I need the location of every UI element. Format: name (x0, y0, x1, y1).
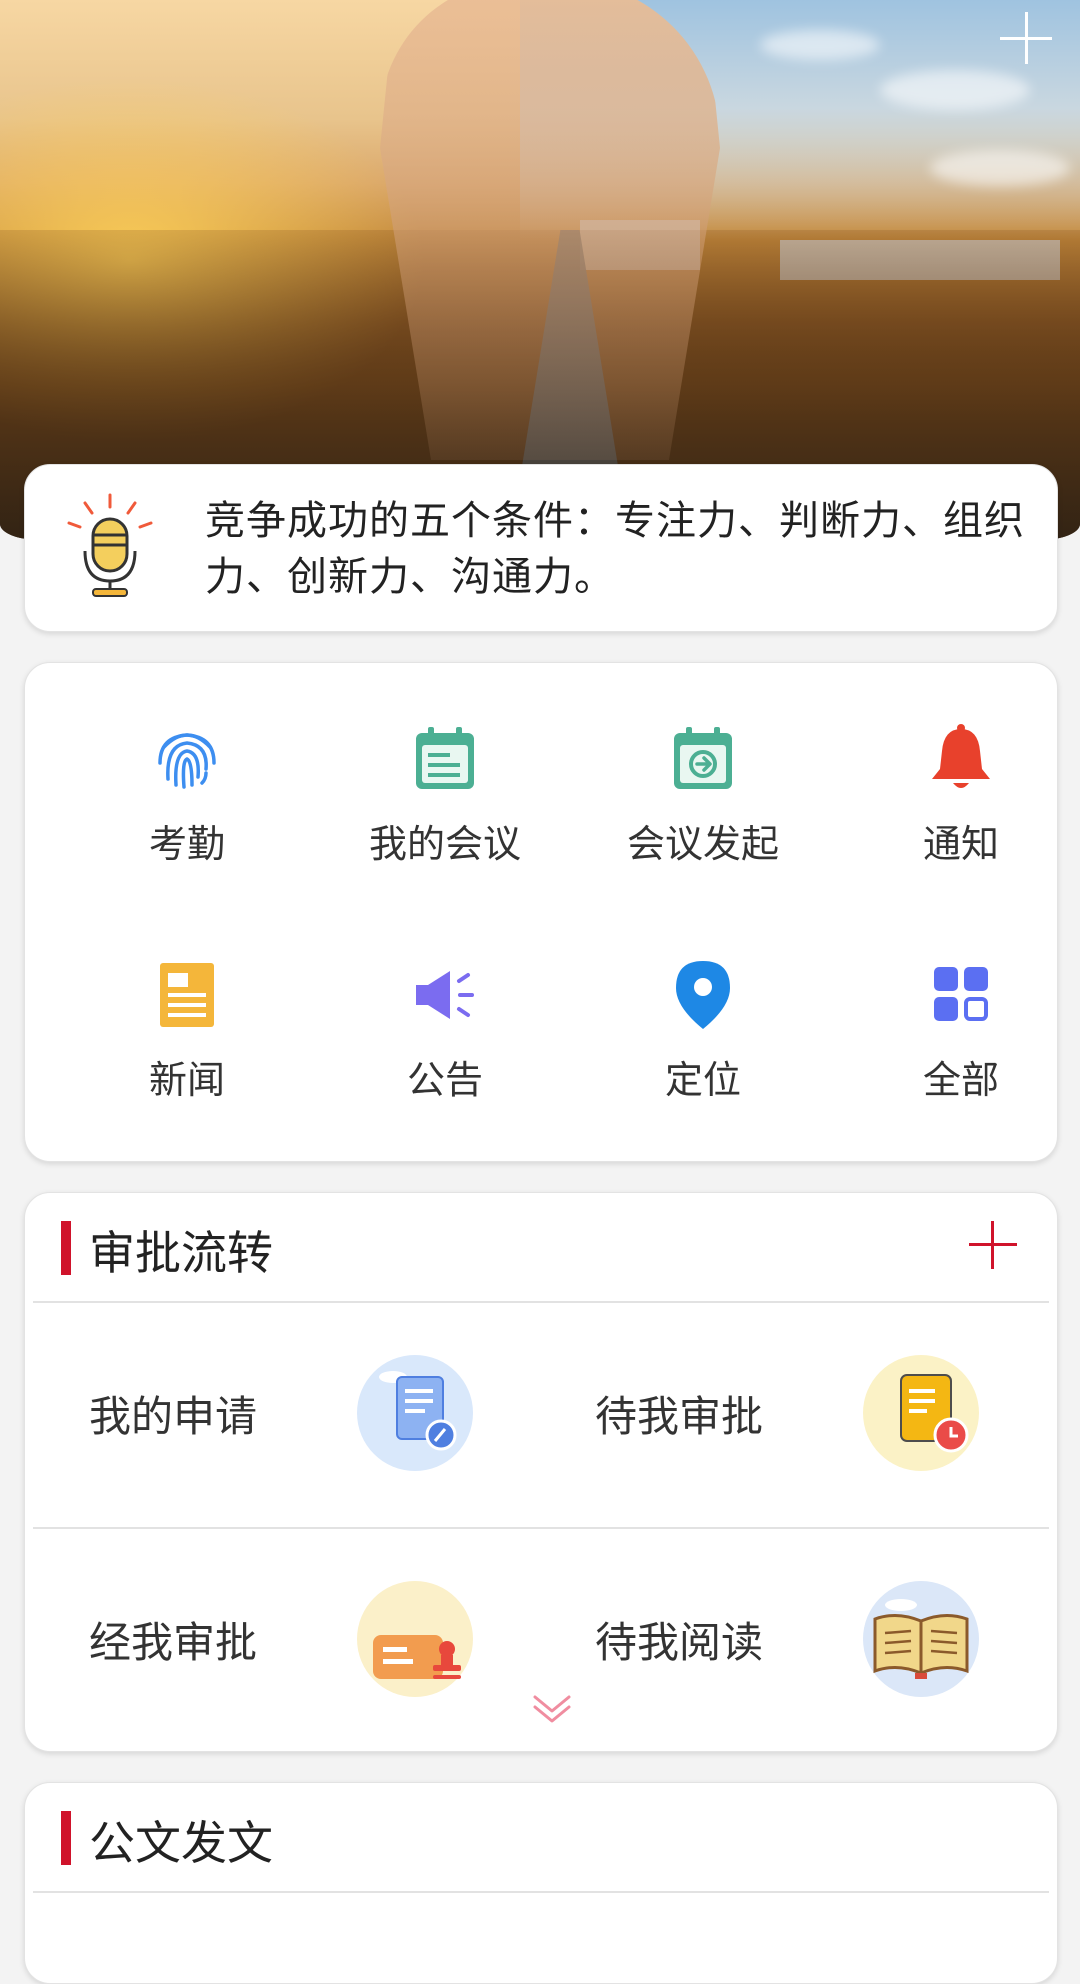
cloud (880, 70, 1030, 110)
approval-item-to-read[interactable]: 待我阅读 (531, 1539, 1031, 1739)
approval-label: 待我审批 (595, 1392, 764, 1441)
menu-label: 考勤 (148, 822, 225, 866)
grid-apps-icon (934, 967, 988, 1021)
documents-card: 公文发文 (24, 1782, 1058, 1984)
divider (33, 1527, 1049, 1529)
divider (33, 1891, 1049, 1893)
approval-item-approved-by-me[interactable]: 经我审批 (25, 1539, 525, 1739)
divider (33, 1301, 1049, 1303)
menu-label: 定位 (664, 1058, 741, 1102)
expand-chevron-icon[interactable] (527, 1691, 577, 1727)
application-doc-icon (357, 1355, 473, 1471)
menu-label: 公告 (406, 1058, 483, 1102)
menu-item-news[interactable]: 新闻 (58, 959, 316, 1159)
pending-approval-icon (863, 1355, 979, 1471)
add-approval-button[interactable] (969, 1221, 1017, 1269)
cloud (930, 150, 1070, 186)
menu-label: 新闻 (148, 1058, 225, 1102)
approval-header: 审批流转 (25, 1193, 1057, 1301)
microphone-icon (67, 493, 153, 597)
hero-banner (0, 0, 1080, 540)
approval-item-my-application[interactable]: 我的申请 (25, 1313, 525, 1513)
menu-item-my-meetings[interactable]: 我的会议 (316, 723, 574, 923)
approval-label: 我的申请 (89, 1392, 258, 1441)
clasped-hands (380, 0, 720, 460)
menu-item-notice[interactable]: 通知 (832, 723, 1080, 923)
section-accent-bar (61, 1811, 71, 1865)
news-icon (160, 963, 214, 1027)
approval-card: 审批流转 我的申请 待我审批 经我审批 待我阅读 (24, 1192, 1058, 1752)
calendar-arrow-icon (674, 727, 732, 789)
menu-label: 会议发起 (626, 822, 779, 866)
menu-item-attendance[interactable]: 考勤 (58, 723, 316, 923)
section-title: 公文发文 (89, 1816, 273, 1870)
notice-card[interactable]: 竞争成功的五个条件：专注力、判断力、组织力、创新力、沟通力。 (24, 464, 1058, 632)
approval-label: 经我审批 (89, 1618, 258, 1667)
approval-label: 待我阅读 (595, 1618, 764, 1667)
location-pin-icon (676, 961, 730, 1029)
cloud (760, 30, 880, 60)
menu-label: 我的会议 (368, 822, 521, 866)
notice-text: 竞争成功的五个条件：专注力、判断力、组织力、创新力、沟通力。 (205, 498, 1025, 600)
bell-icon (932, 724, 990, 788)
section-accent-bar (61, 1221, 71, 1275)
megaphone-icon (416, 971, 474, 1019)
approved-stamp-icon (357, 1581, 473, 1697)
menu-label: 通知 (922, 822, 999, 866)
approval-item-pending-approval[interactable]: 待我审批 (531, 1313, 1031, 1513)
menu-label: 全部 (922, 1058, 999, 1102)
add-button[interactable] (1000, 12, 1052, 64)
menu-item-location[interactable]: 定位 (574, 959, 832, 1159)
open-book-icon (863, 1581, 979, 1697)
menu-item-start-meeting[interactable]: 会议发起 (574, 723, 832, 923)
quick-menu-card: 考勤 我的会议 会议发起 通知 新闻 公告 定位 全部 (24, 662, 1058, 1162)
calendar-list-icon (416, 727, 474, 789)
documents-header: 公文发文 (25, 1783, 1057, 1891)
section-title: 审批流转 (89, 1226, 273, 1280)
menu-item-announcement[interactable]: 公告 (316, 959, 574, 1159)
fingerprint-icon (158, 733, 216, 789)
menu-item-all[interactable]: 全部 (832, 959, 1080, 1159)
